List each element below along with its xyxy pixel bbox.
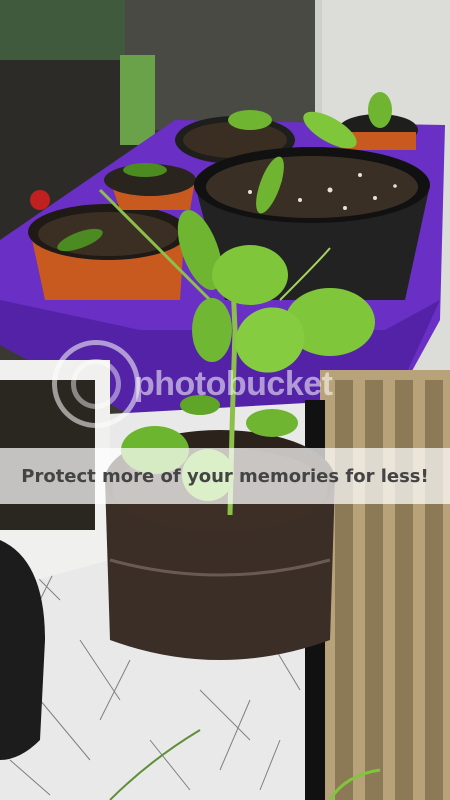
watermark-banner-text: Protect more of your memories for less! [21, 465, 429, 487]
watermark-logo-text: photobucket [134, 364, 333, 403]
product-box-side [120, 55, 155, 145]
box-red-dot [30, 190, 50, 210]
photobucket-logo-icon [52, 340, 140, 428]
leaf-top [212, 245, 288, 305]
watermark-banner: Protect more of your memories for less! [0, 448, 450, 504]
black-pot-soil [206, 156, 418, 218]
photobucket-watermark: photobucket [52, 336, 392, 432]
